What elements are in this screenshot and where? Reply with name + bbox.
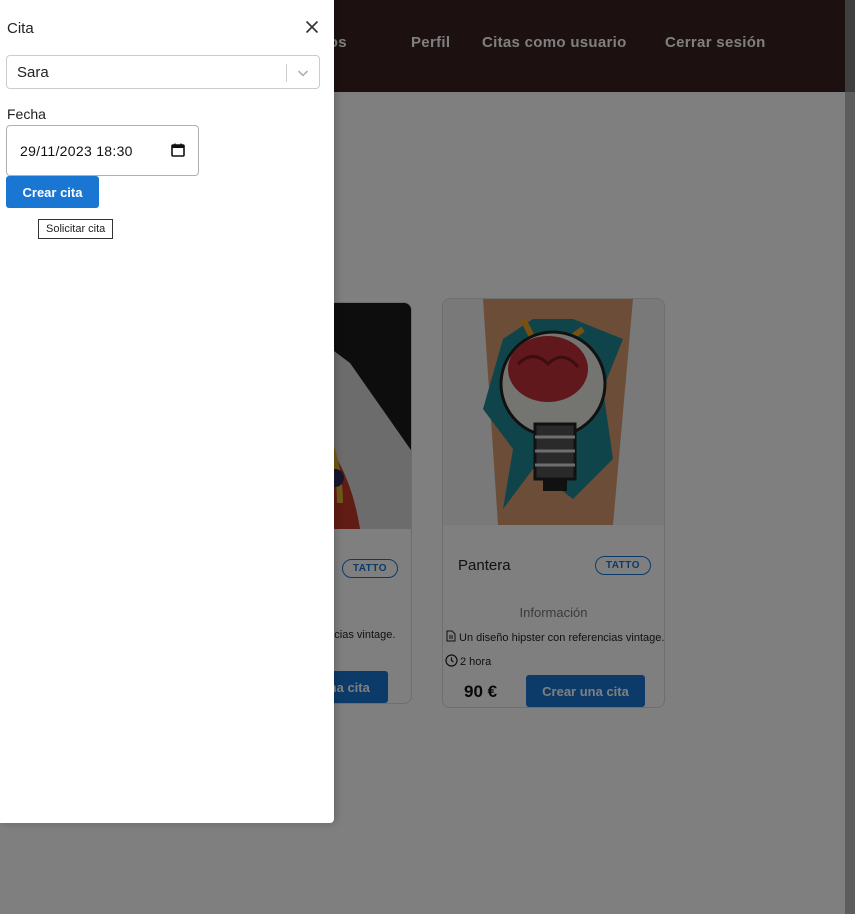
drawer-title: Cita [7,20,34,37]
appointment-drawer: Cita Sara Fecha 29/11/2023 18:30 Crear c… [0,0,334,823]
select-value: Sara [17,64,49,81]
scrollbar-thumb[interactable] [845,0,855,92]
calendar-icon[interactable] [170,142,186,158]
date-label: Fecha [7,106,46,122]
datetime-value: 29/11/2023 18:30 [20,143,133,159]
close-button[interactable] [302,18,322,38]
page-scrollbar[interactable] [845,0,855,914]
close-icon [305,20,319,37]
crear-cita-button[interactable]: Crear cita [6,176,99,208]
select-separator [286,64,287,82]
chevron-down-icon[interactable] [295,65,311,81]
datetime-input[interactable]: 29/11/2023 18:30 [6,125,199,176]
client-select[interactable]: Sara [6,55,320,89]
tooltip: Solicitar cita [38,219,114,239]
